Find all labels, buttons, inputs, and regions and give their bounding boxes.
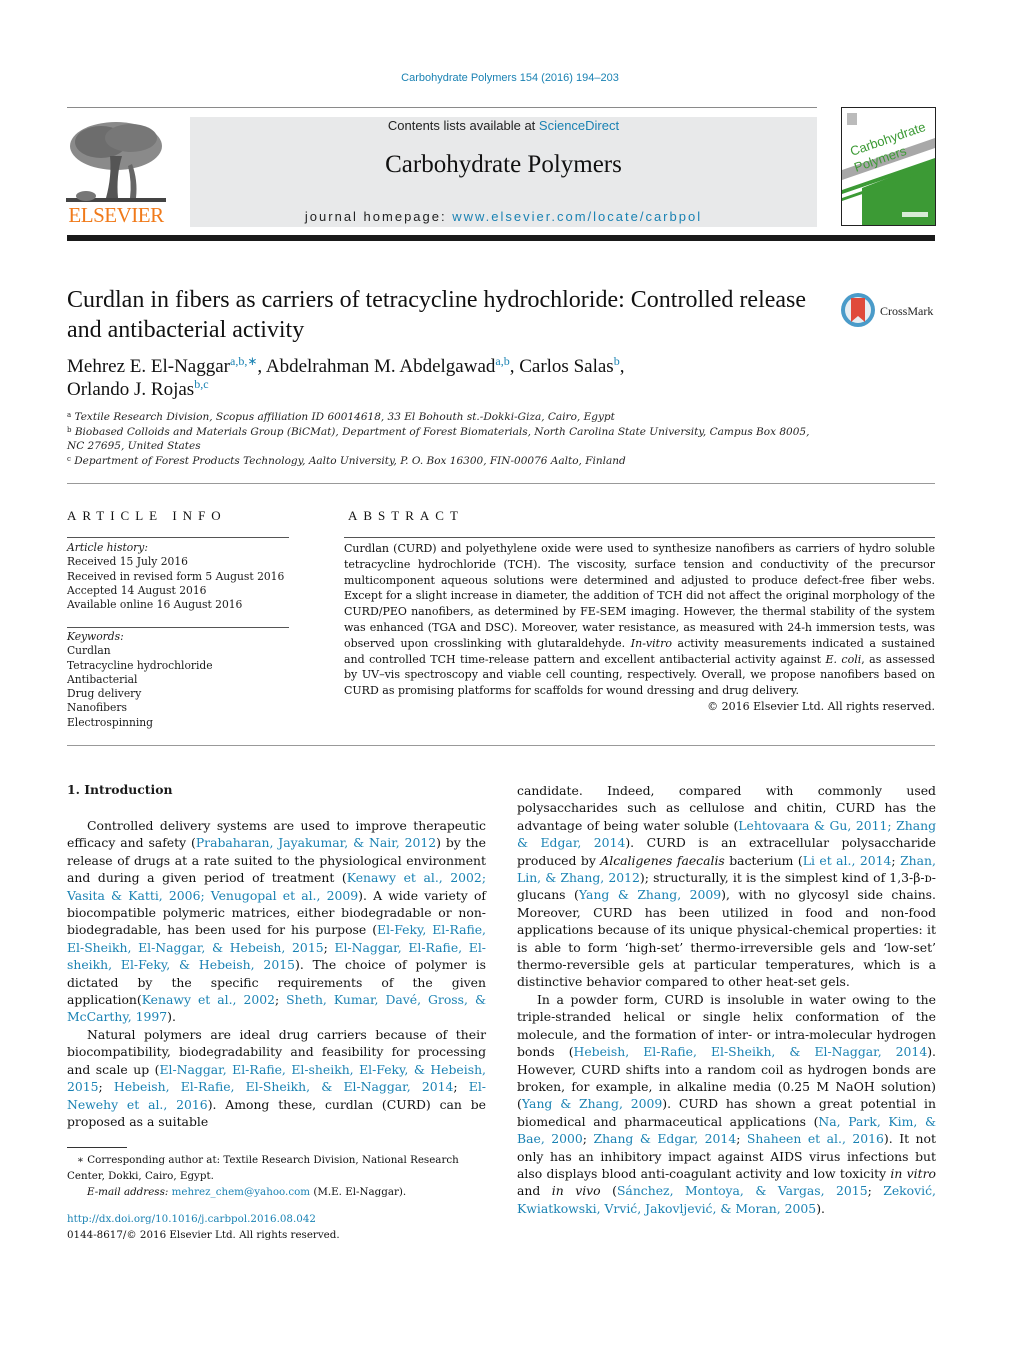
crossmark-icon bbox=[841, 293, 875, 327]
text-run: ( bbox=[600, 1183, 617, 1199]
affiliations: a Textile Research Division, Scopus affi… bbox=[67, 410, 827, 468]
corresponding-author-note: ∗ Corresponding author at: Textile Resea… bbox=[67, 1154, 459, 1182]
email-line: E-mail address: mehrez_chem@yahoo.com (M… bbox=[87, 1186, 407, 1198]
author-list: Mehrez E. El-Naggara,b,∗, Abdelrahman M.… bbox=[67, 354, 625, 400]
citation-link[interactable]: Sánchez, Montoya, & Vargas, 2015 bbox=[617, 1183, 868, 1198]
history-revised: Received in revised form 5 August 2016 bbox=[67, 569, 285, 583]
author[interactable]: Orlando J. Rojasb,c bbox=[67, 377, 209, 400]
elsevier-wordmark: ELSEVIER bbox=[68, 203, 164, 227]
keywords-label: Keywords: bbox=[67, 630, 124, 643]
journal-cover-graphic: Carbohydrate Polymers bbox=[842, 108, 935, 225]
paragraph: Controlled delivery systems are used to … bbox=[67, 817, 486, 1026]
text-run: ). bbox=[167, 1009, 176, 1025]
article-title: Curdlan in fibers as carriers of tetracy… bbox=[67, 287, 807, 343]
footnote-rule bbox=[67, 1147, 127, 1148]
doi-link[interactable]: http://dx.doi.org/10.1016/j.carbpol.2016… bbox=[67, 1213, 316, 1225]
paragraph: Natural polymers are ideal drug carriers… bbox=[67, 1026, 486, 1130]
text-run: ; bbox=[582, 1131, 594, 1147]
history-received: Received 15 July 2016 bbox=[67, 555, 188, 569]
tree-icon bbox=[66, 116, 166, 206]
homepage-link[interactable]: www.elsevier.com/locate/carbpol bbox=[452, 209, 702, 224]
text-run: ), with no glycosyl side chains. Moreove… bbox=[517, 887, 936, 990]
author[interactable]: Mehrez E. El-Naggara,b,∗ bbox=[67, 354, 257, 377]
author-affiliation-marks[interactable]: a,b bbox=[495, 354, 509, 368]
citation-link[interactable]: Prabaharan, Jayakumar, & Nair, 2012 bbox=[196, 835, 436, 850]
text-run: bacterium ( bbox=[724, 852, 803, 868]
crossmark-label: CrossMark bbox=[880, 304, 933, 318]
keyword: Electrospinning bbox=[67, 715, 154, 729]
author-affiliation-marks[interactable]: a,b,∗ bbox=[230, 354, 257, 368]
text-run: ; bbox=[323, 939, 335, 955]
keyword: Antibacterial bbox=[67, 672, 138, 686]
citation-link[interactable]: Hebeish, El-Rafie, El-Sheikh, & El-Nagga… bbox=[574, 1044, 928, 1059]
citation-link[interactable]: Kenawy et al., 2002 bbox=[142, 992, 275, 1007]
affiliation-c: c Department of Forest Products Technolo… bbox=[67, 454, 626, 467]
crossmark-badge[interactable]: CrossMark bbox=[840, 290, 940, 330]
divider bbox=[67, 483, 935, 484]
paragraph: candidate. Indeed, compared with commonl… bbox=[517, 782, 936, 991]
text-run: ; bbox=[736, 1131, 747, 1147]
text-run: ; bbox=[275, 992, 287, 1008]
text-run: ). bbox=[816, 1200, 825, 1216]
keywords: Keywords: Curdlan Tetracycline hydrochlo… bbox=[67, 630, 297, 730]
text-run: ; bbox=[867, 1183, 884, 1199]
abstract-text: Curdlan (CURD) and polyethylene oxide we… bbox=[344, 541, 935, 715]
author[interactable]: Carlos Salasb bbox=[519, 355, 619, 377]
history-online: Available online 16 August 2016 bbox=[67, 598, 243, 612]
article-info-heading: ARTICLE INFO bbox=[67, 508, 227, 523]
email-link[interactable]: mehrez_chem@yahoo.com bbox=[172, 1186, 310, 1198]
journal-homepage: journal homepage: www.elsevier.com/locat… bbox=[190, 209, 817, 224]
keyword: Curdlan bbox=[67, 644, 111, 658]
footnote: ∗ Corresponding author at: Textile Resea… bbox=[67, 1152, 492, 1200]
header-divider bbox=[67, 107, 817, 108]
italic-text: Alcaligenes faecalis bbox=[600, 852, 725, 868]
sciencedirect-link[interactable]: ScienceDirect bbox=[539, 118, 619, 133]
text-run: ; bbox=[453, 1079, 469, 1095]
journal-cover-image[interactable]: Carbohydrate Polymers bbox=[841, 107, 936, 226]
contents-prefix: Contents lists available at bbox=[387, 118, 539, 133]
citation-link[interactable]: Zhang & Edgar, 2014 bbox=[593, 1131, 736, 1146]
doi-block: http://dx.doi.org/10.1016/j.carbpol.2016… bbox=[67, 1211, 492, 1243]
homepage-prefix: journal homepage: bbox=[304, 209, 453, 224]
header-thick-rule bbox=[67, 235, 935, 241]
italic-text: in vitro bbox=[890, 1165, 936, 1181]
contents-line: Contents lists available at ScienceDirec… bbox=[190, 118, 817, 133]
history-accepted: Accepted 14 August 2016 bbox=[67, 583, 207, 597]
issn-copyright: 0144-8617/© 2016 Elsevier Ltd. All right… bbox=[67, 1229, 340, 1241]
divider bbox=[67, 627, 289, 628]
text-run: and bbox=[517, 1183, 552, 1199]
history-label: Article history: bbox=[67, 541, 148, 554]
keyword: Nanofibers bbox=[67, 701, 127, 715]
citation-link[interactable]: Yang & Zhang, 2009 bbox=[579, 887, 721, 902]
divider bbox=[344, 537, 935, 538]
body-column-left: Controlled delivery systems are used to … bbox=[67, 817, 486, 1130]
journal-citation[interactable]: Carbohydrate Polymers 154 (2016) 194–203 bbox=[0, 72, 1020, 84]
italic-text: in vivo bbox=[551, 1183, 601, 1199]
citation-link[interactable]: Li et al., 2014 bbox=[803, 853, 892, 868]
abstract-body: Curdlan (CURD) and polyethylene oxide we… bbox=[344, 542, 936, 698]
affiliation-b: b Biobased Colloids and Materials Group … bbox=[67, 425, 810, 453]
citation-link[interactable]: Hebeish, El-Rafie, El-Sheikh, & El-Nagga… bbox=[114, 1079, 453, 1094]
text-run: ; bbox=[891, 852, 901, 868]
divider bbox=[67, 745, 935, 746]
citation-link[interactable]: Shaheen et al., 2016 bbox=[747, 1131, 884, 1146]
citation-link[interactable]: Yang & Zhang, 2009 bbox=[522, 1096, 662, 1111]
abstract-copyright: © 2016 Elsevier Ltd. All rights reserved… bbox=[707, 699, 935, 713]
article-history: Article history: Received 15 July 2016 R… bbox=[67, 541, 297, 612]
elsevier-logo[interactable]: ELSEVIER bbox=[66, 116, 166, 228]
affiliation-a: a Textile Research Division, Scopus affi… bbox=[67, 411, 615, 423]
abstract-heading: ABSTRACT bbox=[348, 508, 464, 523]
section-heading-introduction: 1. Introduction bbox=[67, 782, 173, 797]
keyword: Tetracycline hydrochloride bbox=[67, 658, 213, 672]
keyword: Drug delivery bbox=[67, 687, 142, 701]
divider bbox=[67, 537, 289, 538]
text-run: ; bbox=[98, 1079, 114, 1095]
body-column-right: candidate. Indeed, compared with commonl… bbox=[517, 782, 936, 1217]
author-affiliation-marks[interactable]: b,c bbox=[194, 377, 208, 391]
journal-name: Carbohydrate Polymers bbox=[385, 151, 622, 178]
paragraph: In a powder form, CURD is insoluble in w… bbox=[517, 991, 936, 1217]
author[interactable]: Abdelrahman M. Abdelgawada,b bbox=[266, 354, 510, 377]
